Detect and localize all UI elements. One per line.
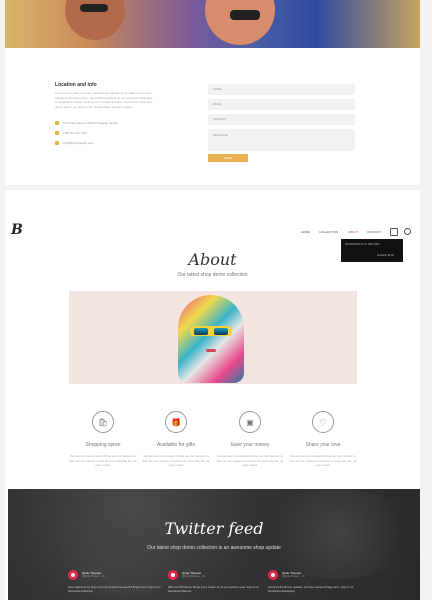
money-icon: ▣ bbox=[239, 411, 261, 433]
nav-collection[interactable]: COLLECTION bbox=[319, 230, 338, 234]
feature-text: Sometimes the simplest things are the ha… bbox=[289, 454, 357, 467]
heart-icon: ♡ bbox=[312, 411, 334, 433]
logo[interactable]: B bbox=[11, 222, 23, 238]
feature-text: Sometimes the simplest things are the ha… bbox=[216, 454, 284, 467]
cart-icon[interactable] bbox=[390, 228, 398, 236]
twitter-icon bbox=[268, 570, 278, 580]
feature-gifts: 🎁 Available for gifts Sometimes the simp… bbox=[141, 411, 211, 468]
contact-title: Location and info bbox=[55, 82, 97, 88]
twitter-title: Twitter feed bbox=[164, 519, 264, 538]
tweet-handle: @QodeThemes · 2d bbox=[82, 575, 105, 578]
sunglasses bbox=[230, 10, 260, 20]
twitter-section: Twitter feed Our latest shop demo collec… bbox=[8, 489, 420, 600]
tweet-handle: @QodeThemes · 2d bbox=[182, 575, 205, 578]
email-icon bbox=[55, 141, 59, 145]
feature-love: ♡ Share your love Sometimes the simplest… bbox=[288, 411, 358, 468]
lens bbox=[194, 328, 208, 335]
model-face bbox=[205, 0, 275, 45]
twitter-icon bbox=[168, 570, 178, 580]
twitter-icon bbox=[68, 570, 78, 580]
nav-about[interactable]: ABOUT bbox=[348, 230, 358, 234]
lips bbox=[206, 349, 216, 352]
phone-text: +381 60 1111 000 bbox=[63, 131, 87, 135]
email-row: bizz@bizzydesign.com bbox=[55, 141, 94, 145]
subject-field[interactable]: SUBJECT bbox=[208, 114, 355, 125]
phone-row: +381 60 1111 000 bbox=[55, 131, 87, 135]
nav-home[interactable]: HOME bbox=[301, 230, 310, 234]
message-field[interactable]: MESSAGE bbox=[208, 129, 355, 151]
address-row: 124 Some Street, 80000 Vergada, Serbia bbox=[55, 121, 118, 125]
send-button[interactable]: SEND bbox=[208, 154, 248, 162]
nav-contact[interactable]: CONTACT bbox=[367, 230, 381, 234]
cart-empty-text: NO PRODUCTS IN THE CART bbox=[345, 243, 380, 246]
about-title: About bbox=[188, 250, 237, 269]
gift-icon: 🎁 bbox=[165, 411, 187, 433]
feature-money: ▣ Save your money Sometimes the simplest… bbox=[215, 411, 285, 468]
tweet-handle: @QodeThemes · 2d bbox=[282, 575, 305, 578]
headscarf bbox=[178, 295, 244, 383]
feature-text: Sometimes the simplest things are the ha… bbox=[142, 454, 210, 467]
tweet-text: Check out the all new, updated, and full… bbox=[268, 586, 354, 593]
hero-image bbox=[5, 0, 420, 48]
about-photo bbox=[69, 291, 357, 384]
address-text: 124 Some Street, 80000 Vergada, Serbia bbox=[63, 121, 118, 125]
feature-title: Available for gifts bbox=[157, 442, 195, 448]
feature-title: Share your love bbox=[305, 442, 341, 448]
email-text: bizz@bizzydesign.com bbox=[63, 141, 94, 145]
contact-text: Lorem ipsum dolor sit amet, consectetur … bbox=[55, 91, 153, 109]
phone-icon bbox=[55, 131, 59, 135]
sunglasses bbox=[190, 326, 232, 336]
location-icon bbox=[55, 121, 59, 125]
feature-title: Shopping spree bbox=[85, 442, 121, 448]
about-subtitle: Our latest shop demo collection bbox=[177, 272, 248, 278]
name-field[interactable]: NAME bbox=[208, 84, 355, 95]
feature-title: Save your money bbox=[230, 442, 270, 448]
email-field[interactable]: EMAIL bbox=[208, 99, 355, 110]
sunglasses bbox=[80, 4, 108, 12]
feature-shopping: 🛍 Shopping spree Sometimes the simplest … bbox=[68, 411, 138, 468]
feature-text: Sometimes the simplest things are the ha… bbox=[69, 454, 137, 467]
contact-section: Location and info Lorem ipsum dolor sit … bbox=[5, 48, 420, 185]
lens bbox=[214, 328, 228, 335]
tweet-text: Take a glance at our blog to find out al… bbox=[68, 586, 161, 593]
twitter-subtitle: Our latest shop demo collection is an aw… bbox=[147, 545, 281, 551]
shopping-bag-icon: 🛍 bbox=[92, 411, 114, 433]
tweet-text: With over 100 demos, Bridge has a soluti… bbox=[168, 586, 260, 593]
search-icon[interactable] bbox=[404, 228, 411, 235]
